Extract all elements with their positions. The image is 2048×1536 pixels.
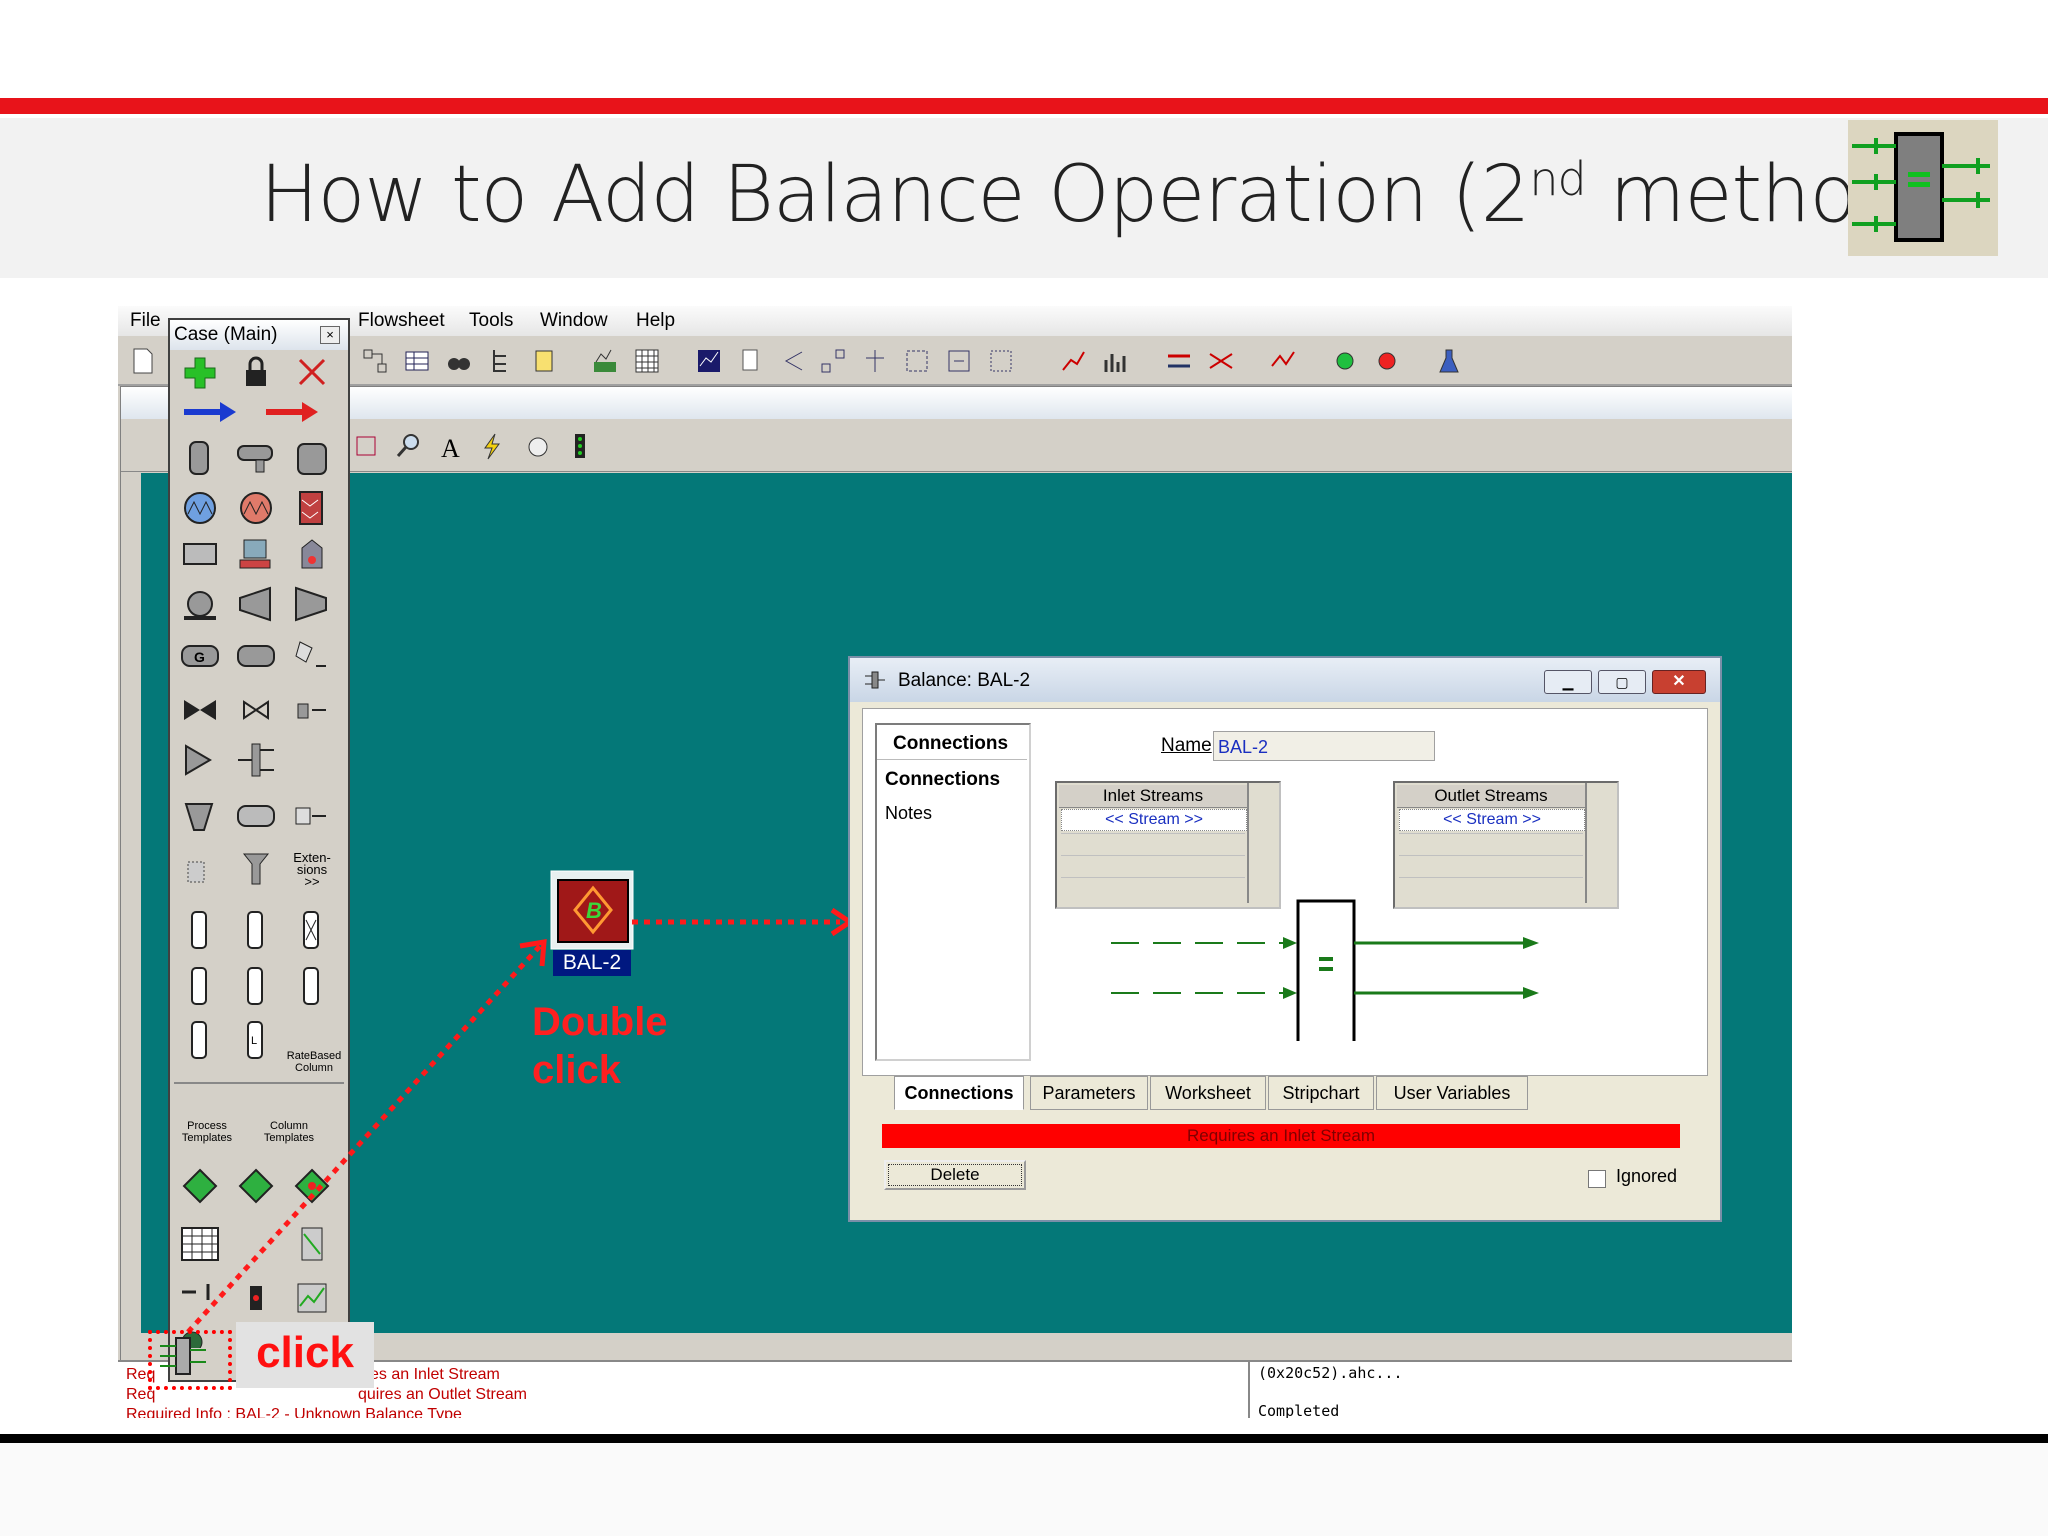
connections-nav: Connections Connections Notes [875,723,1031,1061]
table-row [1399,855,1583,856]
inlet-stream-cell[interactable]: << Stream >> [1061,809,1247,831]
dialog-body: Connections Connections Notes Name BAL-2… [862,708,1708,1076]
ignored-checkbox[interactable] [1588,1170,1606,1188]
footer-band [0,1443,2048,1536]
table-row [1061,877,1245,878]
bottom-rule [0,1434,2048,1443]
nav-item-connections[interactable]: Connections [885,769,1000,791]
nav-header: Connections [893,733,1009,754]
dialog-title: Balance: BAL-2 [898,670,1031,691]
close-icon[interactable]: ✕ [1652,670,1706,694]
tab-worksheet[interactable]: Worksheet [1150,1076,1266,1110]
balance-schematic [1111,899,1539,1041]
tab-parameters[interactable]: Parameters [1030,1076,1148,1110]
outlet-streams-header: Outlet Streams [1397,785,1585,808]
balance-palette-icon[interactable] [152,1334,220,1378]
name-field[interactable]: BAL-2 [1213,731,1435,761]
outlet-stream-cell[interactable]: << Stream >> [1399,809,1585,831]
click-annotation: click [236,1322,374,1388]
balance-small-icon [865,671,885,689]
dialog-titlebar: Balance: BAL-2 ▁ ▢ ✕ [850,658,1720,702]
table-row [1399,833,1583,834]
tab-stripchart[interactable]: Stripchart [1268,1076,1374,1110]
table-row [1061,855,1245,856]
balance-palette-button-highlight[interactable] [148,1330,232,1390]
table-row [1061,833,1245,834]
inlet-streams-header: Inlet Streams [1059,785,1247,808]
tab-user-variables[interactable]: User Variables [1376,1076,1528,1110]
nav-divider [877,759,1027,760]
nav-item-notes[interactable]: Notes [885,803,932,824]
table-row [1399,877,1583,878]
maximize-icon[interactable]: ▢ [1598,670,1646,694]
tab-connections[interactable]: Connections [894,1076,1024,1110]
minimize-icon[interactable]: ▁ [1544,670,1592,694]
name-label: Name [1161,735,1212,756]
balance-dialog: Balance: BAL-2 ▁ ▢ ✕ Connections Connect… [848,656,1722,1222]
ignored-label: Ignored [1616,1166,1678,1186]
delete-button[interactable]: Delete [884,1160,1026,1190]
status-bar: Requires an Inlet Stream [882,1124,1680,1148]
